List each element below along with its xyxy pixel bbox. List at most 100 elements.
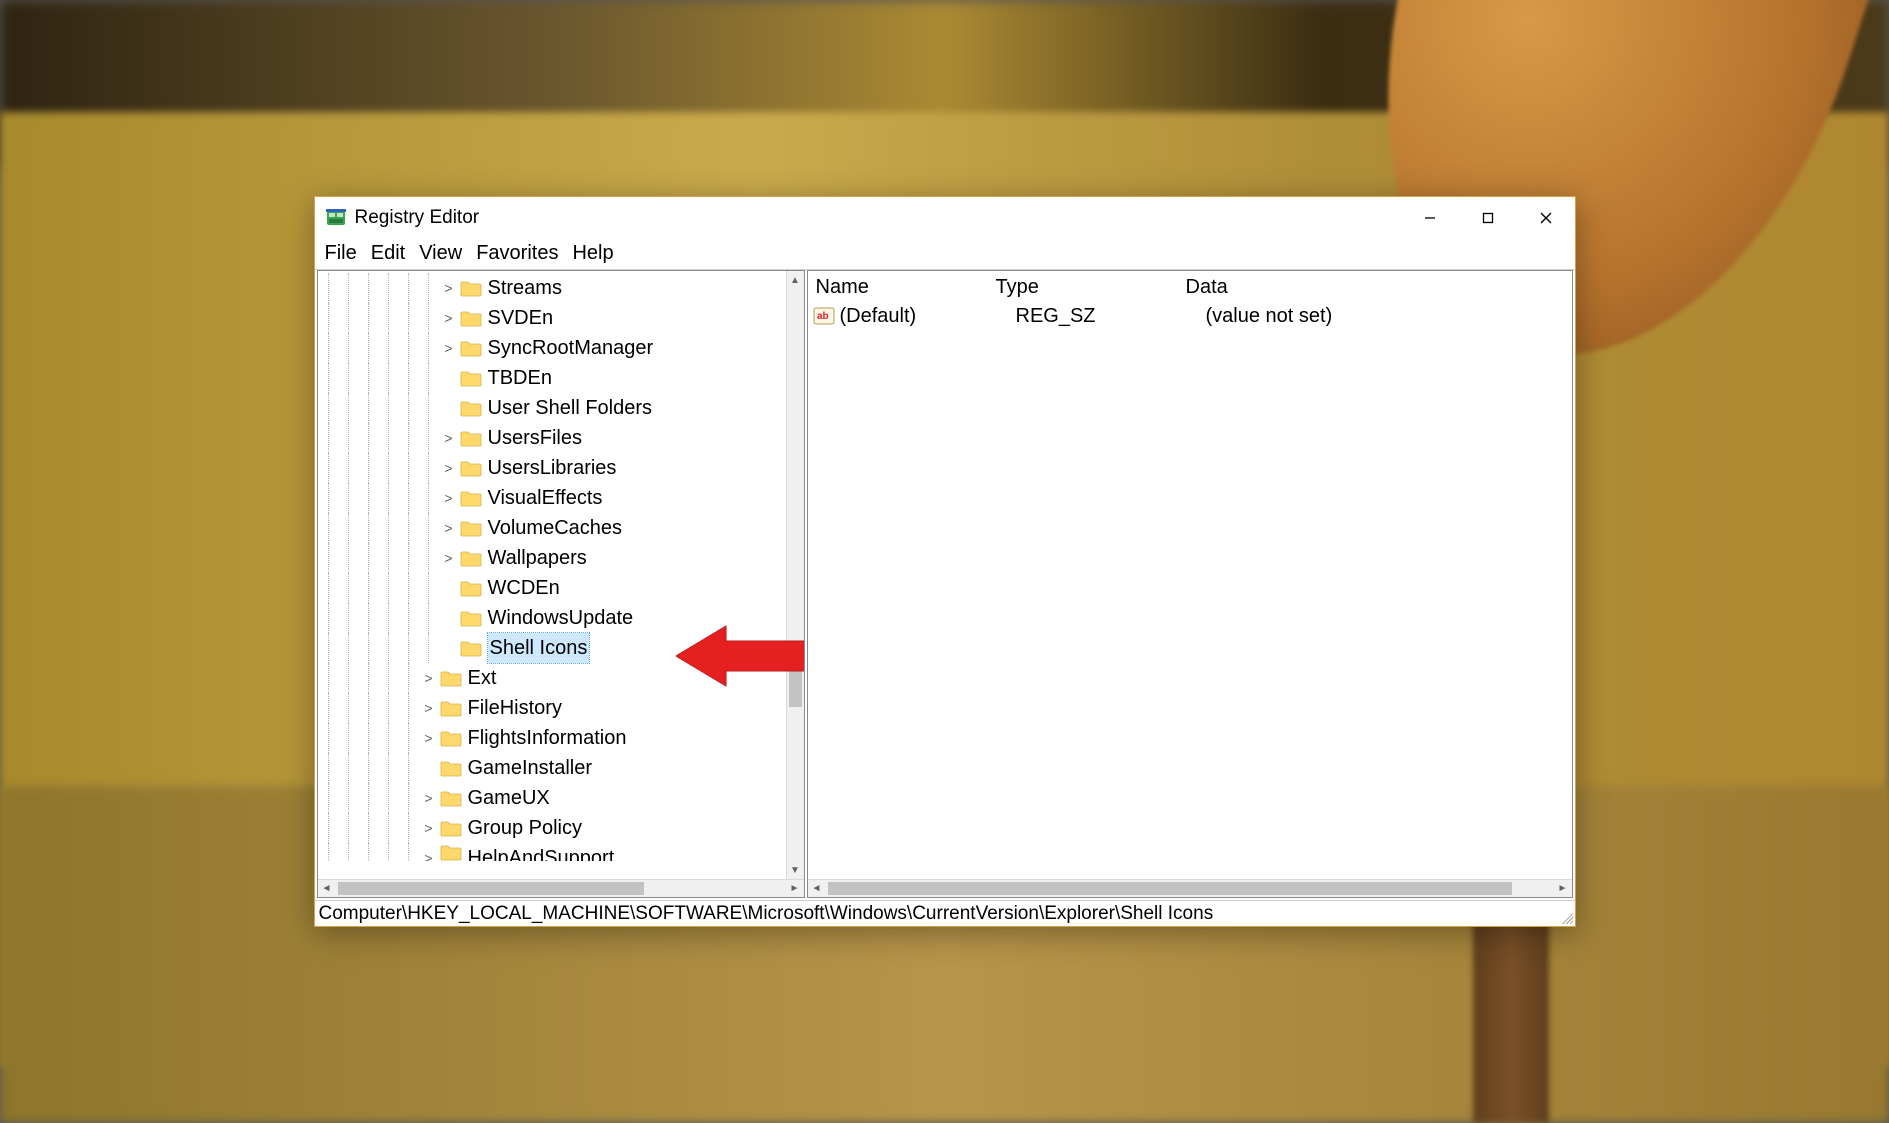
scroll-up-icon[interactable]: ▲ bbox=[787, 271, 804, 289]
folder-icon bbox=[460, 489, 482, 507]
tree-node[interactable]: > UsersLibraries bbox=[318, 453, 804, 483]
values-horizontal-scrollbar[interactable]: ◄ ► bbox=[808, 879, 1572, 897]
tree-node[interactable]: WCDEn bbox=[318, 573, 804, 603]
folder-icon bbox=[460, 549, 482, 567]
scroll-thumb[interactable] bbox=[338, 882, 644, 895]
tree-node[interactable]: > Streams bbox=[318, 273, 804, 303]
folder-icon bbox=[460, 519, 482, 537]
regedit-icon bbox=[325, 207, 347, 229]
minimize-button[interactable] bbox=[1401, 197, 1459, 239]
expand-icon[interactable]: > bbox=[420, 813, 438, 843]
tree-node[interactable]: > Group Policy bbox=[318, 813, 804, 843]
tree-node-label: Streams bbox=[488, 273, 562, 303]
expand-icon[interactable]: > bbox=[440, 513, 458, 543]
value-row[interactable]: ab (Default) REG_SZ (value not set) bbox=[808, 301, 1572, 331]
status-path: Computer\HKEY_LOCAL_MACHINE\SOFTWARE\Mic… bbox=[319, 903, 1214, 925]
tree-node-label: WindowsUpdate bbox=[488, 603, 634, 633]
tree-node-label: UsersFiles bbox=[488, 423, 582, 453]
menu-favorites[interactable]: Favorites bbox=[470, 242, 564, 265]
folder-icon bbox=[440, 729, 462, 747]
tree-node[interactable]: > UsersFiles bbox=[318, 423, 804, 453]
resize-grip-icon[interactable] bbox=[1559, 910, 1573, 924]
tree-node[interactable]: > FlightsInformation bbox=[318, 723, 804, 753]
column-header-data[interactable]: Data bbox=[1178, 276, 1572, 299]
folder-icon bbox=[440, 789, 462, 807]
menu-help[interactable]: Help bbox=[566, 242, 619, 265]
tree-node[interactable]: >SyncRootManager bbox=[318, 333, 804, 363]
tree-node[interactable]: User Shell Folders bbox=[318, 393, 804, 423]
tree-horizontal-scrollbar[interactable]: ◄ ► bbox=[318, 879, 804, 897]
tree-node-label: TBDEn bbox=[488, 363, 552, 393]
registry-tree[interactable]: > Streams > SVDEn>SyncRootManagerTBDEnUser … bbox=[318, 271, 804, 861]
tree-node[interactable]: GameInstaller bbox=[318, 753, 804, 783]
expand-icon[interactable]: > bbox=[440, 543, 458, 573]
registry-editor-window: Registry Editor File Edit View Favorites… bbox=[314, 196, 1576, 927]
expand-icon[interactable]: > bbox=[420, 843, 438, 861]
tree-node[interactable]: >FileHistory bbox=[318, 693, 804, 723]
expand-icon[interactable]: > bbox=[420, 663, 438, 693]
expand-icon[interactable]: > bbox=[420, 723, 438, 753]
folder-icon bbox=[460, 429, 482, 447]
expand-icon[interactable]: > bbox=[420, 693, 438, 723]
folder-icon bbox=[460, 309, 482, 327]
tree-node-label: VisualEffects bbox=[488, 483, 603, 513]
tree-node[interactable]: Shell Icons bbox=[318, 633, 804, 663]
tree-node-label: Shell Icons bbox=[488, 633, 590, 663]
expand-icon[interactable]: > bbox=[440, 303, 458, 333]
values-header: Name Type Data bbox=[808, 271, 1572, 301]
tree-node-label: SVDEn bbox=[488, 303, 554, 333]
value-type: REG_SZ bbox=[1012, 305, 1202, 328]
folder-icon bbox=[460, 459, 482, 477]
scroll-right-icon[interactable]: ► bbox=[786, 880, 804, 897]
close-button[interactable] bbox=[1517, 197, 1575, 239]
tree-node-label: GameUX bbox=[468, 783, 550, 813]
content-split: > Streams > SVDEn>SyncRootManagerTBDEnUser … bbox=[315, 269, 1575, 900]
expand-icon[interactable]: > bbox=[440, 333, 458, 363]
folder-icon bbox=[460, 609, 482, 627]
tree-node[interactable]: > GameUX bbox=[318, 783, 804, 813]
tree-node-label: WCDEn bbox=[488, 573, 560, 603]
window-title: Registry Editor bbox=[355, 207, 480, 229]
expand-icon[interactable]: > bbox=[440, 423, 458, 453]
tree-node-label: User Shell Folders bbox=[488, 393, 653, 423]
maximize-button[interactable] bbox=[1459, 197, 1517, 239]
values-list[interactable]: ab (Default) REG_SZ (value not set) bbox=[808, 301, 1572, 879]
menu-file[interactable]: File bbox=[319, 242, 363, 265]
scroll-thumb[interactable] bbox=[789, 644, 802, 707]
expand-icon[interactable]: > bbox=[440, 483, 458, 513]
tree-node[interactable]: > Ext bbox=[318, 663, 804, 693]
expand-icon[interactable]: > bbox=[440, 453, 458, 483]
folder-icon bbox=[440, 699, 462, 717]
column-header-type[interactable]: Type bbox=[988, 276, 1178, 299]
title-bar[interactable]: Registry Editor bbox=[315, 197, 1575, 239]
expand-icon[interactable]: > bbox=[420, 783, 438, 813]
tree-node[interactable]: >Wallpapers bbox=[318, 543, 804, 573]
tree-node[interactable]: >HelpAndSupport bbox=[318, 843, 804, 861]
menu-edit[interactable]: Edit bbox=[365, 242, 411, 265]
folder-icon bbox=[460, 369, 482, 387]
tree-node[interactable]: > VisualEffects bbox=[318, 483, 804, 513]
folder-icon bbox=[460, 399, 482, 417]
tree-node-label: Ext bbox=[468, 663, 497, 693]
tree-node[interactable]: > SVDEn bbox=[318, 303, 804, 333]
scroll-down-icon[interactable]: ▼ bbox=[787, 861, 804, 879]
tree-node[interactable]: >VolumeCaches bbox=[318, 513, 804, 543]
svg-text:ab: ab bbox=[817, 311, 829, 322]
reg-sz-icon: ab bbox=[812, 306, 836, 326]
folder-icon bbox=[440, 759, 462, 777]
tree-node[interactable]: TBDEn bbox=[318, 363, 804, 393]
tree-node-label: Group Policy bbox=[468, 813, 583, 843]
scroll-thumb[interactable] bbox=[828, 882, 1512, 895]
tree-vertical-scrollbar[interactable]: ▲ ▼ bbox=[786, 271, 804, 879]
scroll-left-icon[interactable]: ◄ bbox=[808, 880, 826, 897]
folder-icon bbox=[440, 843, 462, 861]
expand-icon[interactable]: > bbox=[440, 273, 458, 303]
scroll-right-icon[interactable]: ► bbox=[1554, 880, 1572, 897]
scroll-left-icon[interactable]: ◄ bbox=[318, 880, 336, 897]
tree-node[interactable]: WindowsUpdate bbox=[318, 603, 804, 633]
tree-node-label: UsersLibraries bbox=[488, 453, 617, 483]
column-header-name[interactable]: Name bbox=[808, 276, 988, 299]
tree-node-label: FlightsInformation bbox=[468, 723, 627, 753]
folder-icon bbox=[460, 639, 482, 657]
menu-view[interactable]: View bbox=[413, 242, 468, 265]
